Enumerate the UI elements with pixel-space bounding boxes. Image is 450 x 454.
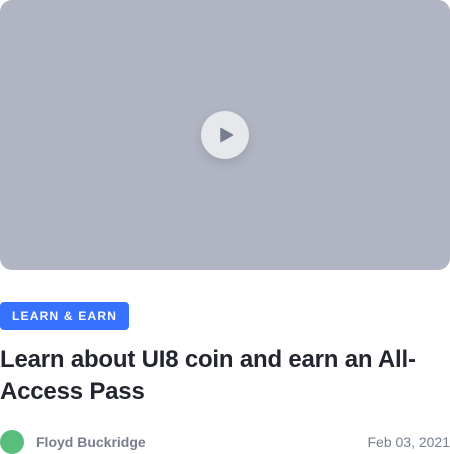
- publish-date: Feb 03, 2021: [367, 434, 450, 450]
- category-tag[interactable]: LEARN & EARN: [0, 302, 130, 330]
- play-icon: [217, 127, 234, 143]
- article-card: LEARN & EARN Learn about UI8 coin and ea…: [0, 0, 450, 454]
- avatar[interactable]: [0, 430, 24, 454]
- author-name[interactable]: Floyd Buckridge: [36, 433, 146, 451]
- play-button[interactable]: [201, 111, 249, 159]
- article-meta: Floyd Buckridge Feb 03, 2021: [0, 428, 450, 454]
- article-title[interactable]: Learn about UI8 coin and earn an All-Acc…: [0, 344, 446, 408]
- video-thumbnail[interactable]: [0, 0, 450, 270]
